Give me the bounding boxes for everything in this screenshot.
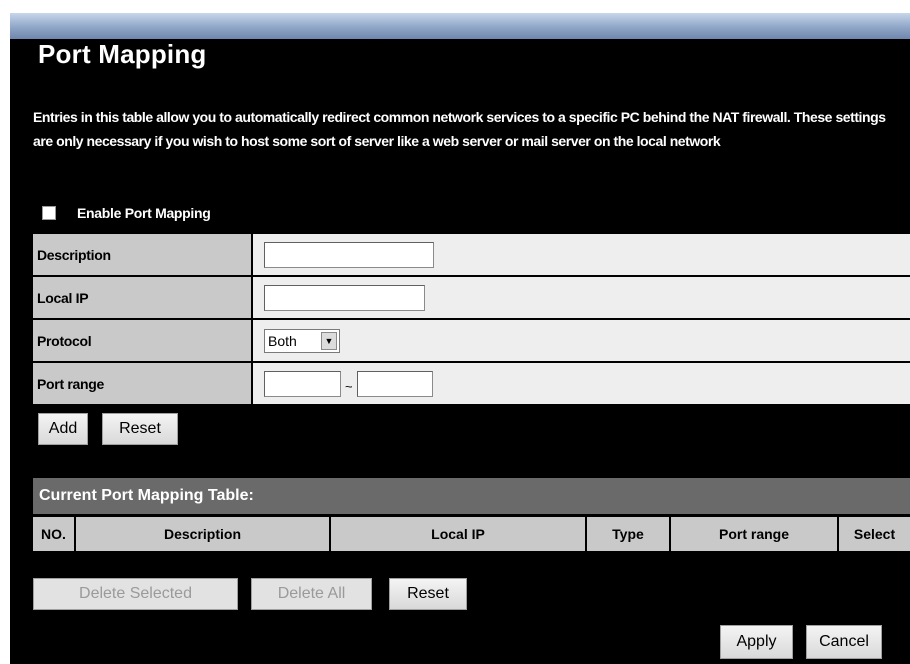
dropdown-arrow-icon[interactable]: ▼ [321, 331, 337, 350]
window-top-bar [10, 13, 910, 39]
column-header-type: Type [587, 517, 671, 551]
description-label: Description [33, 234, 253, 275]
port-range-from-input[interactable] [264, 370, 341, 397]
local-ip-input[interactable] [264, 284, 425, 311]
port-mapping-table-title: Current Port Mapping Table: [33, 478, 910, 514]
table-reset-button[interactable]: Reset [389, 578, 467, 610]
delete-all-button[interactable]: Delete All [251, 578, 372, 610]
delete-selected-button[interactable]: Delete Selected [33, 578, 238, 610]
description-input[interactable] [264, 241, 434, 268]
port-range-separator: ~ [345, 379, 353, 394]
port-mapping-form: Description Local IP Protocol Both ▼ Por… [33, 234, 910, 406]
form-row-port-range: Port range ~ [33, 363, 910, 404]
enable-port-mapping-row: Enable Port Mapping [42, 202, 211, 224]
form-row-description: Description [33, 234, 910, 275]
protocol-label: Protocol [33, 320, 253, 361]
page-title: Port Mapping [38, 39, 207, 69]
enable-port-mapping-checkbox[interactable] [42, 206, 56, 220]
port-range-label: Port range [33, 363, 253, 404]
protocol-select[interactable]: Both ▼ [264, 328, 340, 353]
cancel-button[interactable]: Cancel [806, 625, 882, 659]
port-mapping-table-header: NO. Description Local IP Type Port range… [33, 516, 910, 551]
column-header-local-ip: Local IP [331, 517, 587, 551]
add-button[interactable]: Add [38, 413, 88, 445]
local-ip-label: Local IP [33, 277, 253, 318]
column-header-port-range: Port range [671, 517, 839, 551]
column-header-description: Description [76, 517, 331, 551]
column-header-no: NO. [33, 517, 76, 551]
port-range-to-input[interactable] [356, 370, 433, 397]
protocol-selected-value: Both [268, 332, 297, 349]
column-header-select: Select [839, 517, 910, 551]
form-reset-button[interactable]: Reset [102, 413, 178, 445]
apply-button[interactable]: Apply [720, 625, 793, 659]
page-description: Entries in this table allow you to autom… [33, 109, 886, 149]
form-row-protocol: Protocol Both ▼ [33, 320, 910, 361]
enable-port-mapping-label: Enable Port Mapping [77, 205, 211, 221]
form-row-local-ip: Local IP [33, 277, 910, 318]
